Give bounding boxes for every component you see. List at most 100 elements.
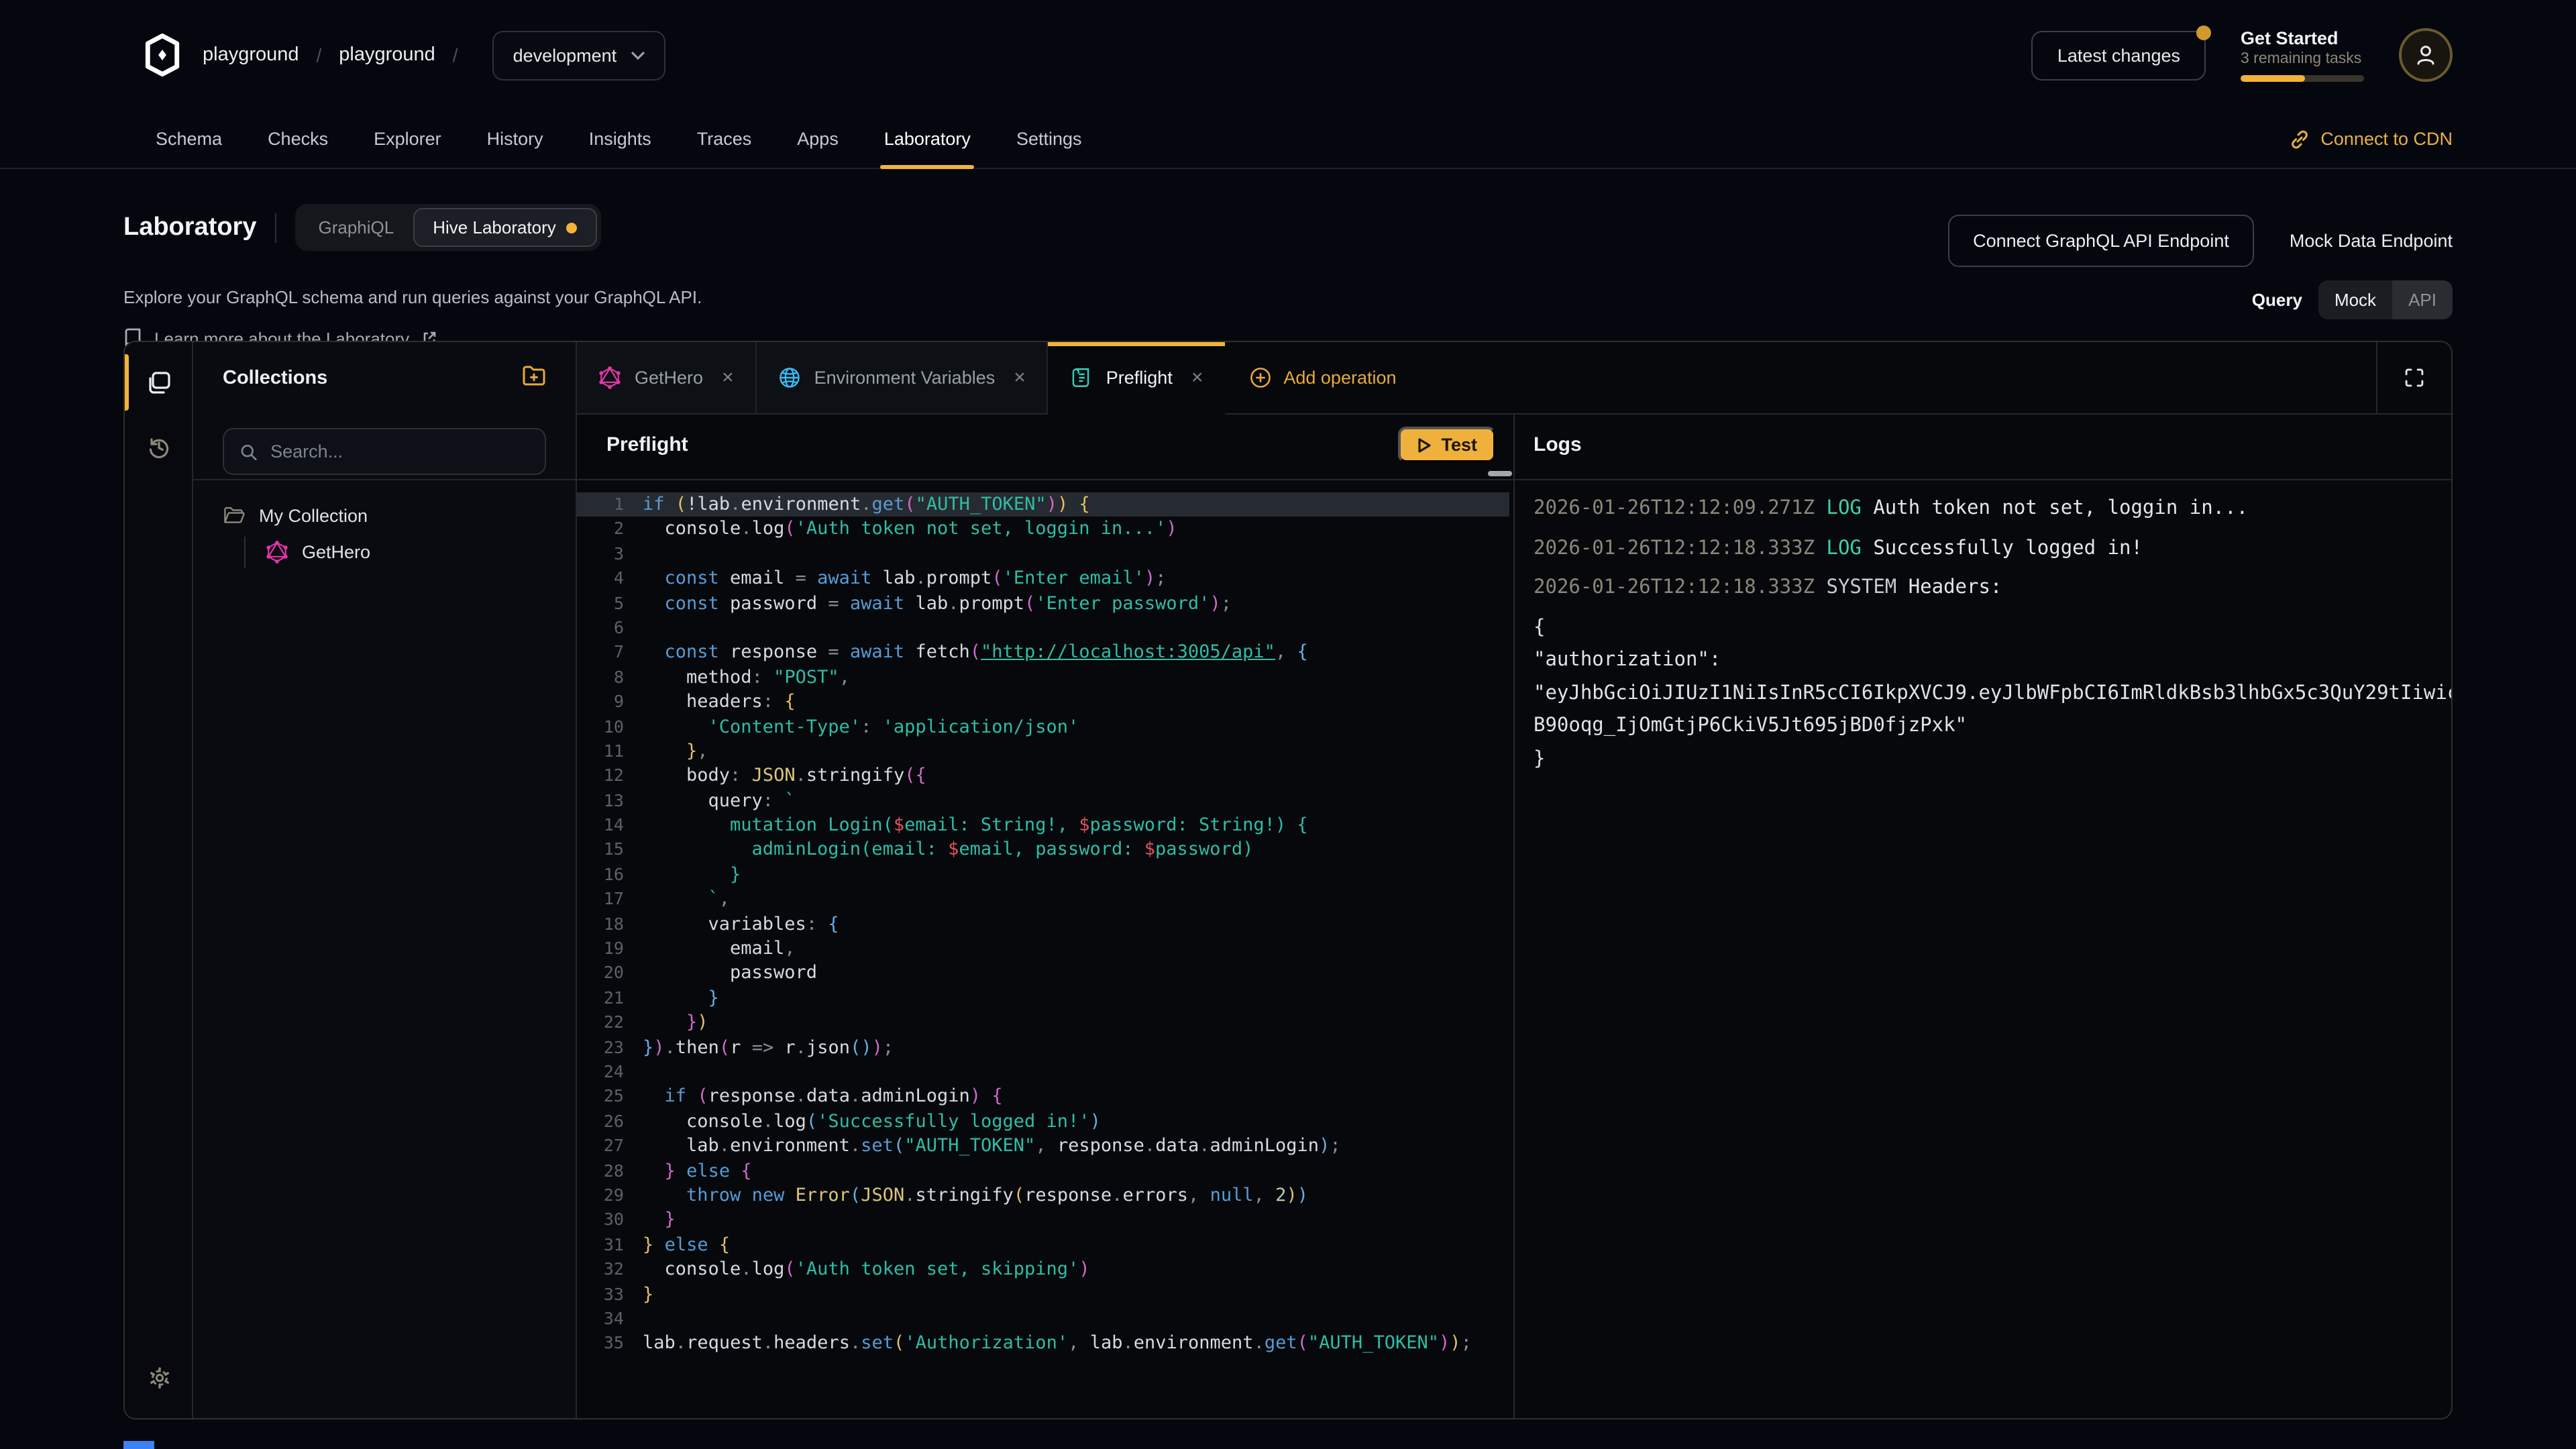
- code-content: password: [643, 961, 1513, 986]
- code-line[interactable]: 2console.log('Auth token not set, loggin…: [577, 517, 1513, 542]
- toggle-graphiql[interactable]: GraphiQL: [300, 209, 413, 246]
- collection-folder-row[interactable]: My Collection: [193, 498, 576, 534]
- connect-to-cdn-link[interactable]: Connect to CDN: [2288, 128, 2453, 150]
- code-content: } else {: [643, 1232, 1513, 1257]
- code-line[interactable]: 35lab.request.headers.set('Authorization…: [577, 1332, 1513, 1356]
- code-line[interactable]: 18variables: {: [577, 912, 1513, 936]
- history-rail-button[interactable]: [125, 417, 193, 476]
- code-line[interactable]: 24: [577, 1060, 1513, 1085]
- code-line[interactable]: 5const password = await lab.prompt('Ente…: [577, 591, 1513, 616]
- user-avatar[interactable]: [2399, 28, 2453, 82]
- tab-close-icon[interactable]: ×: [1014, 366, 1026, 389]
- code-line[interactable]: 17`,: [577, 888, 1513, 912]
- code-line[interactable]: 12body: JSON.stringify({: [577, 764, 1513, 789]
- log-json-line: {: [1534, 611, 2451, 644]
- code-line[interactable]: 26console.log('Successfully logged in!'): [577, 1110, 1513, 1134]
- nav-item-history[interactable]: History: [470, 110, 561, 168]
- code-content: body: JSON.stringify({: [643, 764, 1513, 789]
- code-line[interactable]: 23}).then(r => r.json());: [577, 1035, 1513, 1060]
- bottom-toast-sliver: [123, 1441, 154, 1449]
- collection-operation-row[interactable]: GetHero: [193, 534, 576, 570]
- tab-close-icon[interactable]: ×: [1191, 366, 1203, 389]
- code-line[interactable]: 29throw new Error(JSON.stringify(respons…: [577, 1183, 1513, 1208]
- code-line[interactable]: 25if (response.data.adminLogin) {: [577, 1085, 1513, 1110]
- code-line[interactable]: 27lab.environment.set("AUTH_TOKEN", resp…: [577, 1134, 1513, 1159]
- code-content: const password = await lab.prompt('Enter…: [643, 591, 1513, 616]
- toggle-hive-laboratory[interactable]: Hive Laboratory: [413, 208, 598, 247]
- code-content: throw new Error(JSON.stringify(response.…: [643, 1183, 1513, 1208]
- nav-item-traces[interactable]: Traces: [680, 110, 769, 168]
- fullscreen-button[interactable]: [2376, 342, 2451, 413]
- code-line[interactable]: 33}: [577, 1282, 1513, 1307]
- collections-rail-button[interactable]: [125, 353, 193, 412]
- get-started-progress-fill: [2241, 75, 2305, 82]
- code-line[interactable]: 10'Content-Type': 'application/json': [577, 714, 1513, 739]
- code-line[interactable]: 28} else {: [577, 1159, 1513, 1183]
- collections-search[interactable]: [223, 428, 546, 475]
- code-line[interactable]: 1if (!lab.environment.get("AUTH_TOKEN"))…: [577, 492, 1513, 517]
- nav-item-explorer[interactable]: Explorer: [356, 110, 459, 168]
- code-line[interactable]: 15adminLogin(email: $email, password: $p…: [577, 838, 1513, 863]
- nav-item-laboratory[interactable]: Laboratory: [867, 110, 988, 168]
- tab-close-icon[interactable]: ×: [722, 366, 734, 389]
- get-started-widget[interactable]: Get Started 3 remaining tasks: [2241, 28, 2364, 82]
- code-content: console.log('Successfully logged in!'): [643, 1110, 1513, 1134]
- tab-gethero[interactable]: GetHero×: [577, 342, 757, 413]
- nav-item-apps[interactable]: Apps: [780, 110, 856, 168]
- latest-changes-button[interactable]: Latest changes: [2032, 30, 2206, 80]
- tab-environment-variables[interactable]: Environment Variables×: [757, 342, 1049, 413]
- nav-item-settings[interactable]: Settings: [999, 110, 1099, 168]
- code-line[interactable]: 16}: [577, 863, 1513, 888]
- code-line[interactable]: 4const email = await lab.prompt('Enter e…: [577, 566, 1513, 591]
- code-line[interactable]: 9headers: {: [577, 690, 1513, 714]
- code-line[interactable]: 8method: "POST",: [577, 665, 1513, 690]
- connect-graphql-api-endpoint-button[interactable]: Connect GraphQL API Endpoint: [1947, 215, 2255, 267]
- code-line[interactable]: 14mutation Login($email: String!, $passw…: [577, 813, 1513, 838]
- code-line[interactable]: 20password: [577, 961, 1513, 986]
- breadcrumb-org[interactable]: playground: [203, 44, 299, 66]
- mode-mock[interactable]: Mock: [2318, 280, 2392, 319]
- code-line[interactable]: 22}): [577, 1010, 1513, 1035]
- code-content: }: [643, 986, 1513, 1011]
- code-line[interactable]: 3: [577, 542, 1513, 567]
- code-content: [643, 616, 1513, 641]
- log-level: LOG: [1827, 537, 1874, 559]
- breadcrumb-separator: /: [317, 44, 322, 66]
- code-content: lab.environment.set("AUTH_TOKEN", respon…: [643, 1134, 1513, 1159]
- globe-icon: [778, 366, 801, 389]
- code-line[interactable]: 30}: [577, 1208, 1513, 1233]
- code-line[interactable]: 13query: `: [577, 788, 1513, 813]
- line-number: 31: [577, 1232, 643, 1257]
- code-line[interactable]: 19email,: [577, 936, 1513, 961]
- search-input[interactable]: [270, 441, 529, 462]
- code-line[interactable]: 32console.log('Auth token set, skipping'…: [577, 1257, 1513, 1282]
- line-number: 21: [577, 986, 643, 1011]
- mode-api[interactable]: API: [2392, 280, 2453, 319]
- code-line[interactable]: 11},: [577, 739, 1513, 764]
- nav-item-insights[interactable]: Insights: [572, 110, 669, 168]
- nav-item-checks[interactable]: Checks: [250, 110, 345, 168]
- code-content: if (response.data.adminLogin) {: [643, 1085, 1513, 1110]
- code-line[interactable]: 6: [577, 616, 1513, 641]
- get-started-subtitle: 3 remaining tasks: [2241, 51, 2364, 67]
- mock-data-endpoint-button[interactable]: Mock Data Endpoint: [2290, 231, 2453, 251]
- test-button[interactable]: Test: [1398, 427, 1496, 463]
- settings-rail-button[interactable]: [125, 1351, 193, 1405]
- tab-preflight[interactable]: Preflight×: [1049, 342, 1225, 415]
- add-operation-button[interactable]: Add operation: [1224, 342, 1420, 413]
- code-content: }: [643, 1208, 1513, 1233]
- preflight-code-editor[interactable]: 1if (!lab.environment.get("AUTH_TOKEN"))…: [577, 480, 1513, 1418]
- nav-item-schema[interactable]: Schema: [138, 110, 239, 168]
- code-line[interactable]: 21}: [577, 986, 1513, 1011]
- line-number: 9: [577, 690, 643, 714]
- breadcrumb-project[interactable]: playground: [339, 44, 435, 66]
- editor-scrollbar-thumb[interactable]: [1488, 471, 1512, 476]
- add-collection-button[interactable]: [522, 364, 546, 392]
- code-line[interactable]: 31} else {: [577, 1232, 1513, 1257]
- graphql-icon: [598, 366, 621, 389]
- collection-children: GetHero: [193, 534, 576, 570]
- breadcrumb-separator: /: [453, 44, 458, 66]
- code-line[interactable]: 7const response = await fetch("http://lo…: [577, 641, 1513, 665]
- code-line[interactable]: 34: [577, 1307, 1513, 1332]
- environment-selector[interactable]: development: [493, 30, 665, 80]
